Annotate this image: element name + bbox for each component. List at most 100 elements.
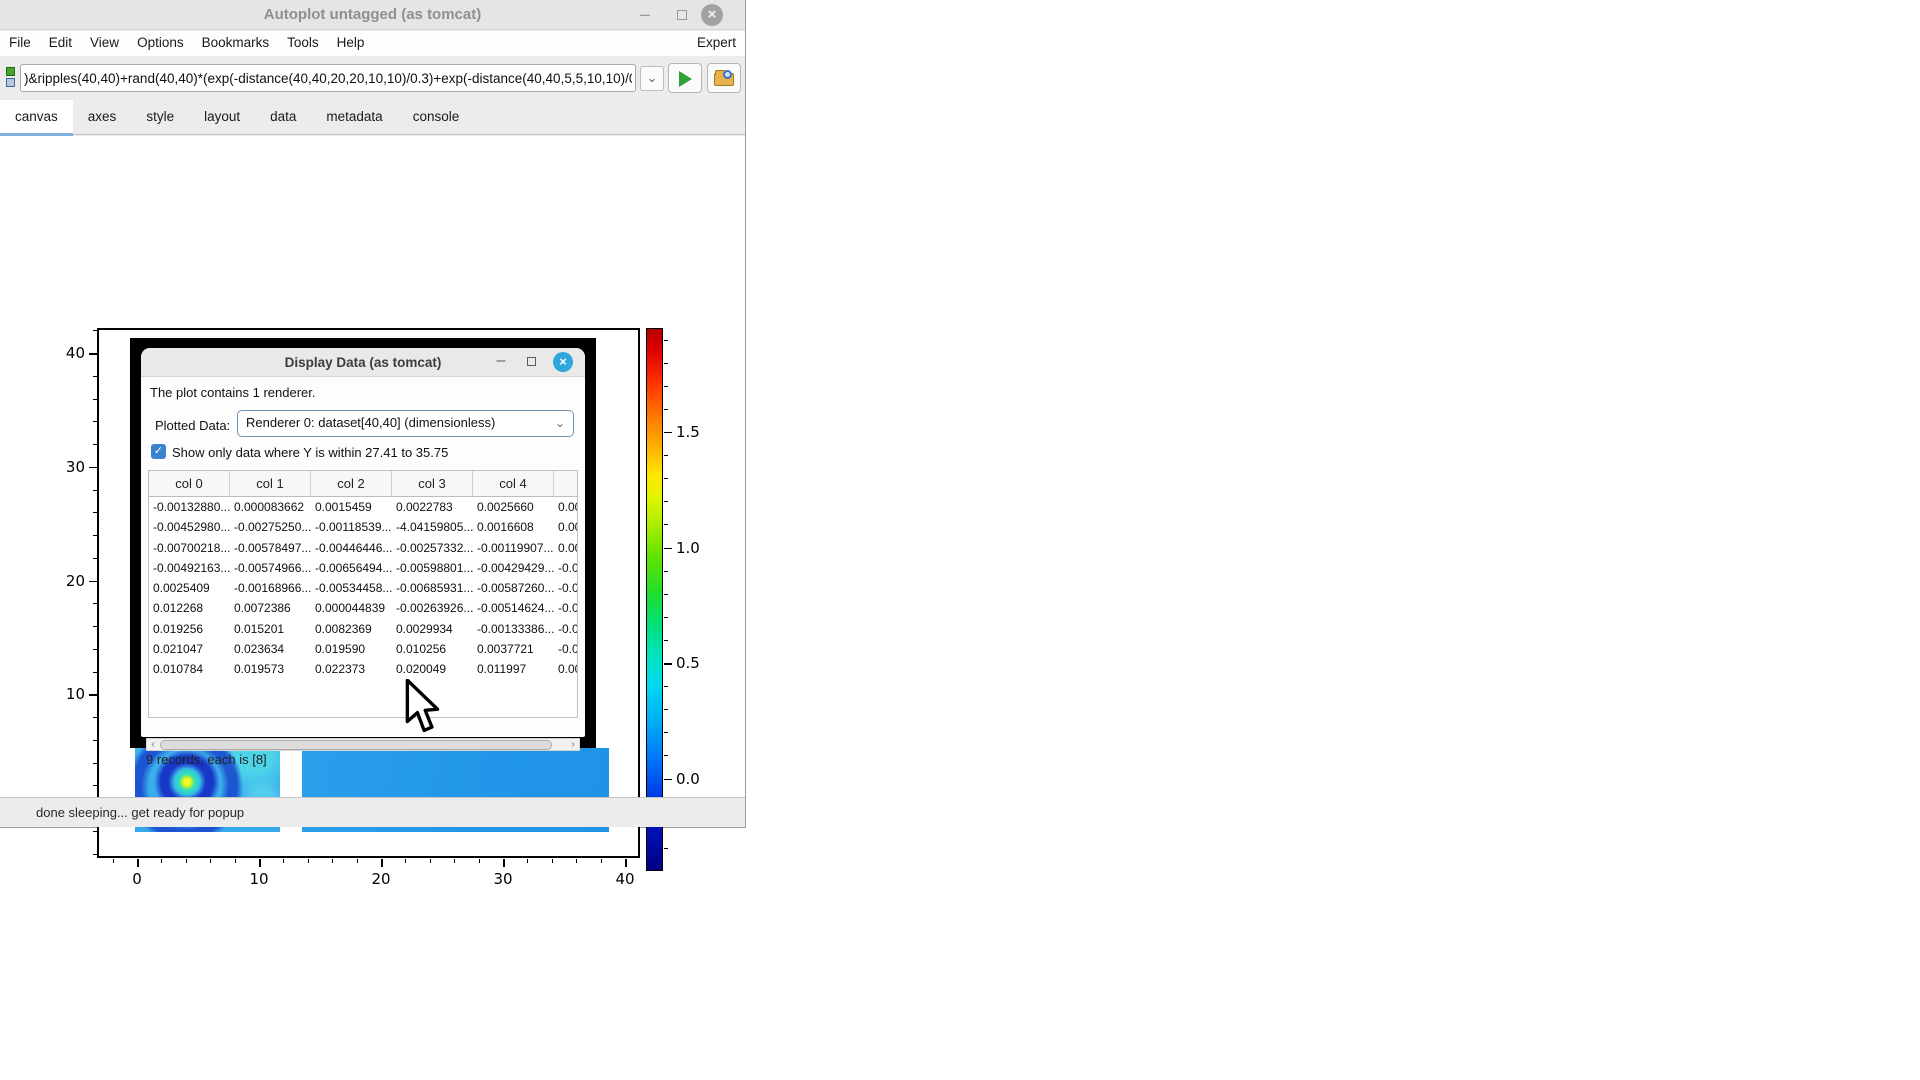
dialog-close-button[interactable]: × [553,352,573,372]
column-header[interactable]: col 4 [473,471,554,496]
tick [664,432,672,434]
menu-help[interactable]: Help [328,31,374,50]
table-row[interactable]: 0.0210470.0236340.0195900.0102560.003772… [149,639,577,659]
table-row[interactable]: -0.00492163...-0.00574966...-0.00656494.… [149,558,577,578]
table-row[interactable]: 0.0025409-0.00168966...-0.00534458...-0.… [149,578,577,598]
table-cell: -0.00700218... [149,538,230,558]
table-cell: -0.00514624... [473,598,554,618]
plotted-data-value: Renderer 0: dataset[40,40] (dimensionles… [246,415,495,430]
colorbar[interactable] [646,328,663,871]
tab-axes[interactable]: axes [73,100,132,134]
scroll-right-arrow-icon[interactable]: › [567,739,579,750]
tab-console[interactable]: console [398,100,475,134]
go-plot-button[interactable] [668,63,702,93]
menu-edit[interactable]: Edit [40,31,81,50]
x-tick-label: 20 [364,870,398,888]
table-cell: 0.019256 [149,619,230,639]
table-row[interactable]: -0.00132880...0.0000836620.00154590.0022… [149,497,577,517]
menu-view[interactable]: View [81,31,128,50]
column-header[interactable] [554,471,578,496]
dialog-minimize-button[interactable]: – [491,352,511,372]
menu-items: FileEditViewOptionsBookmarksToolsHelp [0,34,373,51]
table-cell: -0.0 [554,558,578,578]
horizontal-scrollbar[interactable]: ‹ › [146,738,580,751]
table-cell: -0.0 [554,619,578,639]
table-cell: 0.000044839 [311,598,392,618]
uri-input[interactable] [20,64,636,92]
tick [93,717,97,718]
tick [552,859,553,863]
uri-dropdown-button[interactable]: ⌄ [640,66,664,91]
tick [664,363,668,364]
tick [93,854,97,855]
tick [576,859,577,863]
table-cell: -0.00492163... [149,558,230,578]
tick [93,831,97,832]
tick [664,779,672,781]
tick [479,859,480,863]
table-row[interactable]: 0.0122680.00723860.000044839-0.00263926.… [149,598,577,618]
table-cell: 0.0025409 [149,578,230,598]
tick [664,686,668,687]
table-cell: 0.010256 [392,639,473,659]
tick [664,663,672,665]
table-cell: 0.010784 [149,659,230,679]
dialog-title-bar[interactable]: Display Data (as tomcat) – × [141,348,585,377]
menu-options[interactable]: Options [128,31,193,50]
table-cell: -4.04159805... [392,517,473,537]
title-bar[interactable]: Autoplot untagged (as tomcat) – × [0,0,745,30]
column-header[interactable]: col 1 [230,471,311,496]
table-cell: 0.0037721 [473,639,554,659]
tick [93,763,97,764]
colorbar-tick-label: 0.0 [676,770,716,788]
tick [664,848,668,849]
dialog-maximize-button[interactable] [522,352,542,372]
browse-data-button[interactable] [707,63,741,93]
plot-canvas[interactable]: 0102030400102030400.00.51.01.5 Display D… [0,136,745,797]
column-header[interactable]: col 0 [149,471,230,496]
tab-style[interactable]: style [131,100,189,134]
tick [664,478,668,479]
tab-data[interactable]: data [255,100,311,134]
dialog-body: The plot contains 1 renderer. Plotted Da… [141,378,585,737]
minimize-button[interactable]: – [634,4,656,26]
table-cell: -0.00574966... [230,558,311,578]
renderer-count-text: The plot contains 1 renderer. [150,385,316,400]
tick [357,859,358,863]
table-cell: -0.00452980... [149,517,230,537]
app-window: Autoplot untagged (as tomcat) – × FileEd… [0,0,746,828]
mouse-cursor [404,679,442,735]
uri-bar: ⌄ [0,56,745,100]
tick [664,455,668,456]
table-cell: 0.019573 [230,659,311,679]
expert-mode-label[interactable]: Expert [697,35,736,50]
tick [93,512,97,513]
display-data-dialog: Display Data (as tomcat) – × The plot co… [141,348,585,737]
tab-metadata[interactable]: metadata [311,100,397,134]
table-row[interactable]: 0.0192560.0152010.00823690.0029934-0.001… [149,619,577,639]
table-row[interactable]: 0.0107840.0195730.0223730.0200490.011997… [149,659,577,679]
scroll-left-arrow-icon[interactable]: ‹ [147,739,159,750]
filter-checkbox[interactable]: ✓ [151,444,166,459]
column-header[interactable]: col 3 [392,471,473,496]
data-table[interactable]: col 0col 1col 2col 3col 4-0.00132880...0… [148,470,578,718]
maximize-button[interactable] [671,4,693,26]
table-cell: 0.0072386 [230,598,311,618]
plotted-data-label: Plotted Data: [155,418,230,433]
tab-layout[interactable]: layout [189,100,255,134]
menu-file[interactable]: File [0,31,40,50]
green-square-icon [6,67,15,76]
close-button[interactable]: × [701,4,723,26]
tick [259,859,261,867]
tick [93,399,97,400]
scrollbar-thumb[interactable] [160,740,552,750]
table-cell: -0.00118539... [311,517,392,537]
column-header[interactable]: col 2 [311,471,392,496]
plotted-data-select[interactable]: Renderer 0: dataset[40,40] (dimensionles… [237,410,574,437]
menu-bookmarks[interactable]: Bookmarks [193,31,279,50]
table-row[interactable]: -0.00452980...-0.00275250...-0.00118539.… [149,517,577,537]
tab-canvas[interactable]: canvas [0,100,73,134]
table-row[interactable]: -0.00700218...-0.00578497...-0.00446446.… [149,538,577,558]
menu-tools[interactable]: Tools [278,31,328,50]
tick [93,490,97,491]
